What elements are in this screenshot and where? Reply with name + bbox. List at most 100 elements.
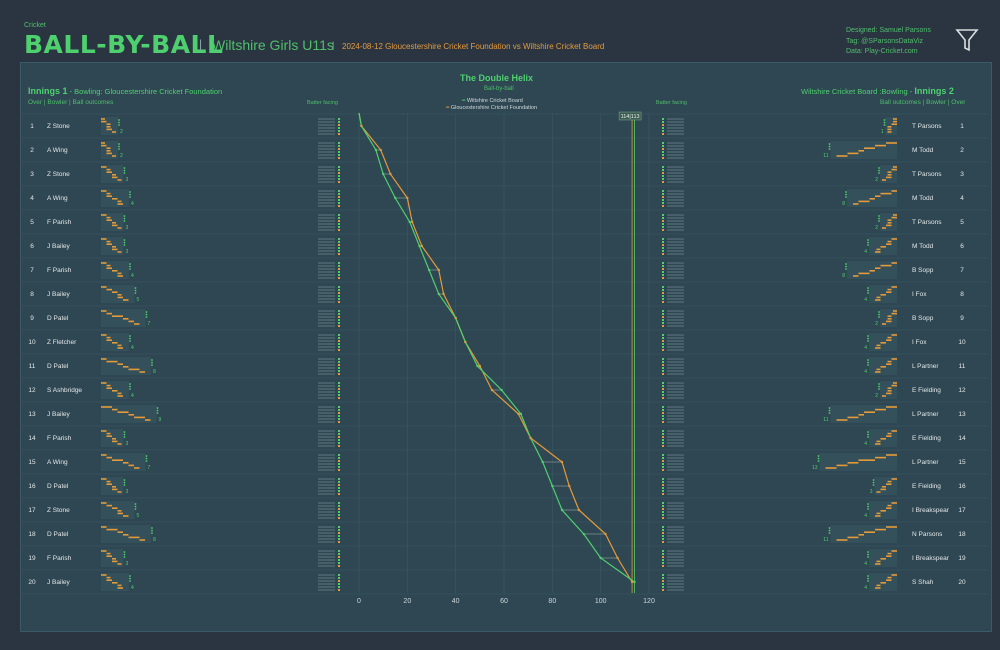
innings2-over-runs-label: 11	[823, 417, 828, 423]
innings1-facing-marker	[338, 166, 340, 168]
innings2-ball-dot	[828, 532, 831, 534]
innings2-ball-dot	[878, 172, 880, 174]
innings2-facing-marker	[662, 382, 664, 384]
data-point-gloucestershire	[420, 244, 424, 248]
innings2-bowler-name: T Parsons	[912, 123, 942, 130]
innings1-facing-marker	[338, 238, 340, 240]
innings1-facing-marker	[338, 586, 340, 588]
innings2-facing-marker	[662, 346, 664, 348]
innings2-bowler-name: M Todd	[912, 195, 934, 202]
innings2-ball-dot	[883, 121, 886, 124]
innings1-facing-marker	[338, 286, 340, 288]
innings1-ball-dot	[123, 484, 126, 486]
innings2-bowler-name: M Todd	[912, 243, 934, 250]
innings2-facing-marker	[662, 481, 664, 483]
innings1-facing-marker	[338, 271, 340, 273]
innings1-ball-dot	[134, 292, 137, 294]
innings1-ball-dot	[129, 265, 131, 268]
innings1-facing-marker	[338, 118, 340, 120]
innings2-facing-marker	[662, 535, 664, 537]
innings1-facing-marker	[338, 550, 340, 552]
innings2-over-number: 5	[960, 219, 964, 226]
innings2-over-number: 8	[960, 291, 964, 298]
innings2-facing-marker	[662, 580, 664, 582]
double-helix-chart: 0 20 40 60 80 100 120114|1131 Z Stone2 A Wing3 Z …	[22, 111, 988, 605]
innings1-over-runs-label: 4	[131, 393, 134, 399]
innings1-over-runs-label: 5	[137, 297, 140, 303]
innings1-bowler-name: S Ashbridge	[47, 387, 82, 394]
innings2-facing-marker	[662, 430, 664, 432]
innings2-bowler-name: E Fielding	[912, 483, 941, 490]
innings1-over-runs-label: 5	[137, 513, 140, 519]
innings2-facing-marker	[662, 223, 664, 225]
data-point-gloucestershire	[410, 220, 414, 224]
innings2-ball-dot	[867, 553, 869, 556]
innings1-facing-marker	[338, 154, 340, 156]
innings2-facing-marker	[662, 583, 664, 585]
innings1-facing-marker	[338, 433, 340, 435]
innings1-bowler-name: D Patel	[47, 363, 69, 370]
innings1-facing-marker	[338, 445, 340, 447]
innings2-ball-dot	[867, 431, 869, 433]
data-point-gloucestershire	[389, 172, 392, 176]
innings1-over-number: 2	[30, 147, 34, 154]
innings1-facing-marker	[338, 214, 340, 216]
innings2-facing-marker	[662, 385, 664, 387]
data-point-gloucestershire	[517, 412, 520, 416]
innings1-facing-marker	[338, 337, 340, 339]
innings1-facing-marker	[338, 559, 340, 561]
innings1-ball-dot	[123, 431, 126, 433]
innings2-facing-marker	[662, 148, 664, 150]
innings1-facing-marker	[338, 490, 340, 492]
innings2-facing-marker	[662, 454, 664, 456]
innings2-facing-marker	[662, 439, 664, 441]
innings2-ball-dot	[867, 577, 869, 580]
innings2-facing-marker	[662, 457, 664, 459]
innings2-ball-dot	[867, 361, 869, 364]
innings1-over-number: 16	[28, 483, 36, 490]
innings1-facing-marker	[338, 205, 340, 207]
innings2-over-number: 9	[960, 315, 964, 322]
innings1-facing-marker	[338, 313, 340, 315]
series-line-gloucestershire	[358, 112, 633, 583]
innings1-facing-marker	[338, 292, 340, 294]
innings1-bowler-name: F Parish	[47, 555, 72, 562]
innings1-facing-marker	[338, 463, 340, 465]
innings2-facing-marker	[662, 364, 664, 366]
innings2-over-runs-label: 8	[842, 273, 845, 279]
innings1-ball-dot	[123, 556, 126, 558]
innings1-facing-marker	[338, 190, 340, 192]
innings1-facing-marker	[338, 247, 340, 249]
innings1-over-runs-label: 8	[153, 537, 156, 543]
innings1-ball-dot	[145, 457, 148, 460]
innings1-over-number: 13	[28, 411, 36, 418]
innings2-facing-marker	[662, 412, 664, 414]
innings1-facing-marker	[338, 454, 340, 456]
data-point-gloucestershire	[442, 292, 445, 296]
innings2-ball-dot	[883, 119, 886, 121]
innings2-facing-marker	[662, 337, 664, 339]
innings2-ball-dot	[867, 292, 869, 294]
innings1-bowler-name: J Bailey	[47, 411, 71, 418]
innings2-bowler-name: I Breakspear	[912, 507, 950, 514]
innings1-ball-dot	[145, 311, 148, 313]
innings2-facing-marker	[662, 349, 664, 351]
innings2-bowler-name: I Fox	[912, 339, 927, 346]
innings2-facing-marker	[662, 358, 664, 360]
data-point-wiltshire	[374, 148, 378, 152]
innings1-ball-dot	[123, 215, 126, 217]
innings1-ball-dot	[129, 385, 131, 388]
innings1-facing-marker	[338, 466, 340, 468]
innings2-over-number: 11	[959, 363, 966, 370]
innings1-ball-dot	[129, 335, 131, 337]
innings2-ball-dot	[845, 263, 847, 265]
innings1-ball-dot	[145, 316, 148, 318]
innings2-facing-marker	[662, 298, 664, 300]
innings2-ball-dot	[878, 220, 880, 222]
innings2-over-runs-label: 13	[812, 465, 818, 471]
innings1-ball-dot	[134, 505, 137, 508]
innings2-over-runs-label: 2	[875, 177, 878, 183]
innings1-ball-dot	[129, 193, 131, 196]
innings1-bowler-name: J Bailey	[47, 291, 71, 298]
innings1-facing-marker	[338, 538, 340, 540]
